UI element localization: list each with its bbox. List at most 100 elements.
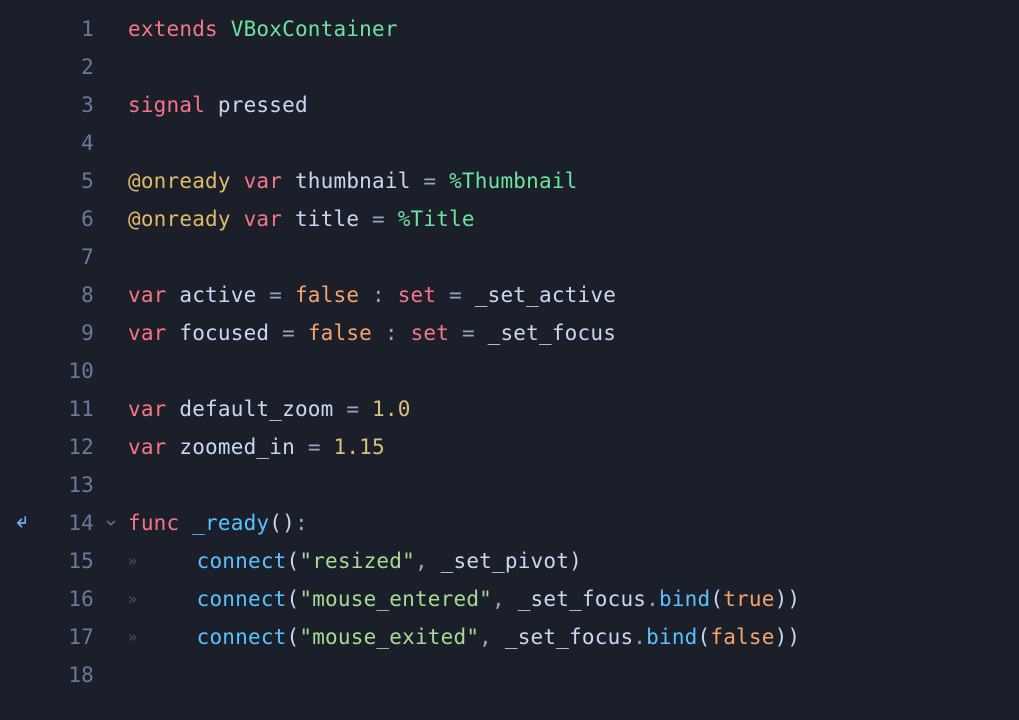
- token-punct: =: [462, 321, 475, 345]
- gutter[interactable]: 1: [0, 17, 100, 41]
- gutter[interactable]: 10: [0, 359, 100, 383]
- fold-column[interactable]: [100, 516, 122, 530]
- whitespace: [359, 397, 372, 421]
- token-punct: ,: [415, 549, 428, 573]
- code-line[interactable]: 6 @onready var title = %Title: [0, 200, 1019, 238]
- code-content[interactable]: var active = false : set = _set_active: [122, 283, 616, 307]
- whitespace: [256, 283, 269, 307]
- code-content[interactable]: var default_zoom = 1.0: [122, 397, 411, 421]
- line-number: 6: [62, 207, 94, 231]
- token-ident: focused: [179, 321, 269, 345]
- gutter[interactable]: 11: [0, 397, 100, 421]
- code-content[interactable]: » connect("resized", _set_pivot): [122, 549, 582, 573]
- code-line[interactable]: 12 var zoomed_in = 1.15: [0, 428, 1019, 466]
- gutter[interactable]: 5: [0, 169, 100, 193]
- whitespace: [385, 283, 398, 307]
- code-content[interactable]: func _ready():: [122, 511, 308, 535]
- code-content[interactable]: signal pressed: [122, 93, 308, 117]
- whitespace: [269, 321, 282, 345]
- token-punct: =: [269, 283, 282, 307]
- gutter[interactable]: 6: [0, 207, 100, 231]
- gutter[interactable]: 4: [0, 131, 100, 155]
- token-kw-orange: false: [295, 283, 359, 307]
- code-line[interactable]: 3 signal pressed: [0, 86, 1019, 124]
- token-ident: _set_focus: [518, 587, 646, 611]
- token-ident: active: [179, 283, 256, 307]
- whitespace: [398, 321, 411, 345]
- code-content[interactable]: var zoomed_in = 1.15: [122, 435, 385, 459]
- code-line[interactable]: 17» connect("mouse_exited", _set_focus.b…: [0, 618, 1019, 656]
- whitespace: [492, 625, 505, 649]
- token-unique: %Title: [398, 207, 475, 231]
- chevron-down-icon[interactable]: [104, 516, 118, 530]
- line-number: 1: [62, 17, 94, 41]
- gutter[interactable]: 12: [0, 435, 100, 459]
- code-line[interactable]: 11 var default_zoom = 1.0: [0, 390, 1019, 428]
- token-punct: :: [295, 511, 308, 535]
- code-line[interactable]: 4: [0, 124, 1019, 162]
- code-line[interactable]: 13: [0, 466, 1019, 504]
- token-kw-red: var: [128, 283, 167, 307]
- whitespace: [231, 207, 244, 231]
- whitespace: [295, 435, 308, 459]
- code-content[interactable]: » connect("mouse_entered", _set_focus.bi…: [122, 587, 800, 611]
- whitespace: [295, 321, 308, 345]
- token-punct2: ): [569, 549, 582, 573]
- gutter[interactable]: 16: [0, 587, 100, 611]
- code-line[interactable]: 5 @onready var thumbnail = %Thumbnail: [0, 162, 1019, 200]
- gutter[interactable]: 14: [0, 511, 100, 535]
- code-line[interactable]: 10: [0, 352, 1019, 390]
- line-number: 13: [62, 473, 94, 497]
- token-kw-red: var: [128, 397, 167, 421]
- token-kw-orange: false: [710, 625, 774, 649]
- whitespace: [167, 435, 180, 459]
- token-str: "mouse_exited": [299, 625, 479, 649]
- code-line[interactable]: 2: [0, 48, 1019, 86]
- code-line[interactable]: 18: [0, 656, 1019, 694]
- token-punct2: (: [287, 587, 300, 611]
- gutter[interactable]: 7: [0, 245, 100, 269]
- token-ident: pressed: [218, 93, 308, 117]
- code-line[interactable]: 14 func _ready():: [0, 504, 1019, 542]
- gutter[interactable]: 3: [0, 93, 100, 117]
- line-number: 15: [62, 549, 94, 573]
- whitespace: [167, 321, 180, 345]
- code-content[interactable]: extends VBoxContainer: [122, 17, 398, 41]
- gutter[interactable]: 8: [0, 283, 100, 307]
- code-content[interactable]: @onready var title = %Title: [122, 207, 475, 231]
- whitespace: [218, 17, 231, 41]
- whitespace: [462, 283, 475, 307]
- gutter[interactable]: 17: [0, 625, 100, 649]
- code-line[interactable]: 9 var focused = false : set = _set_focus: [0, 314, 1019, 352]
- gutter[interactable]: 9: [0, 321, 100, 345]
- whitespace: [145, 549, 196, 573]
- token-ident: zoomed_in: [179, 435, 295, 459]
- gutter[interactable]: 18: [0, 663, 100, 687]
- gutter[interactable]: 13: [0, 473, 100, 497]
- whitespace: [145, 625, 196, 649]
- code-editor[interactable]: 1 extends VBoxContainer 2 3 signal pressed 4 5…: [0, 0, 1019, 694]
- token-ident: _set_pivot: [441, 549, 569, 573]
- code-line[interactable]: 15 » connect("resized", _set_pivot): [0, 542, 1019, 580]
- token-fn: bind: [646, 625, 697, 649]
- gutter[interactable]: 2: [0, 55, 100, 79]
- whitespace: [282, 169, 295, 193]
- code-line[interactable]: 7: [0, 238, 1019, 276]
- code-line[interactable]: 1 extends VBoxContainer: [0, 10, 1019, 48]
- token-ident: _set_focus: [505, 625, 633, 649]
- line-number: 8: [62, 283, 94, 307]
- code-line[interactable]: 16 » connect("mouse_entered", _set_focus.…: [0, 580, 1019, 618]
- line-number: 18: [62, 663, 94, 687]
- gutter[interactable]: 15: [0, 549, 100, 573]
- token-punct2: (: [698, 625, 711, 649]
- token-kw-red: var: [128, 321, 167, 345]
- token-fn: bind: [659, 587, 710, 611]
- whitespace: [436, 283, 449, 307]
- code-content[interactable]: @onready var thumbnail = %Thumbnail: [122, 169, 578, 193]
- code-content[interactable]: » connect("mouse_exited", _set_focus.bin…: [122, 625, 800, 649]
- line-number: 14: [62, 511, 94, 535]
- line-number: 2: [62, 55, 94, 79]
- whitespace: [282, 283, 295, 307]
- code-content[interactable]: var focused = false : set = _set_focus: [122, 321, 616, 345]
- code-line[interactable]: 8 var active = false : set = _set_active: [0, 276, 1019, 314]
